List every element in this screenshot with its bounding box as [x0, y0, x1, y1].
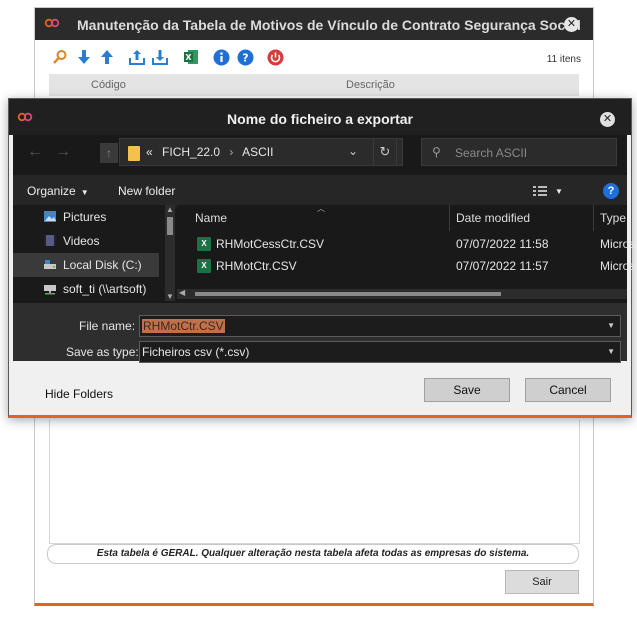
folder-icon	[128, 146, 140, 161]
chevron-down-icon[interactable]: ▼	[607, 321, 615, 330]
file-date: 07/07/2022 11:57	[456, 259, 549, 273]
download-icon[interactable]	[151, 48, 169, 66]
excel-icon[interactable]: X	[182, 48, 200, 66]
file-row[interactable]: X RHMotCessCtr.CSV 07/07/2022 11:58 Micr…	[177, 233, 635, 255]
chevron-down-icon[interactable]: ⌄	[348, 144, 358, 158]
upload-icon[interactable]	[128, 48, 146, 66]
arrow-up-icon[interactable]	[98, 48, 116, 66]
back-arrow-icon[interactable]: ←	[27, 143, 43, 161]
scroll-up-icon[interactable]: ▲	[165, 205, 175, 214]
file-list-scrollbar[interactable]: ◀	[177, 288, 627, 299]
up-arrow-icon[interactable]: ↑	[100, 143, 118, 163]
tree-item-label: soft_ti (\\artsoft)	[63, 282, 147, 296]
tree-scroll-thumb[interactable]	[167, 217, 173, 235]
tree-item-network-drive[interactable]: soft_ti (\\artsoft)	[13, 277, 159, 301]
background-title-bar: Manutenção da Tabela de Motivos de Víncu…	[35, 8, 593, 40]
background-toolbar: X ? 11 itens	[35, 40, 593, 72]
tree-item-label: Pictures	[63, 210, 107, 224]
svg-text:?: ?	[242, 51, 248, 64]
view-options-icon[interactable]	[533, 186, 547, 196]
info-icon[interactable]	[212, 48, 230, 66]
file-name-label: File name:	[79, 319, 136, 333]
grid-body	[49, 420, 580, 544]
global-table-notice: Esta tabela é GERAL. Qualquer alteração …	[47, 544, 579, 564]
save-type-label: Save as type:	[66, 345, 139, 359]
file-type: Micros	[600, 259, 636, 273]
breadcrumb-prefix[interactable]: «	[146, 145, 153, 159]
file-row[interactable]: X RHMotCtr.CSV 07/07/2022 11:57 Micros	[177, 255, 635, 277]
breadcrumb-segment[interactable]: ASCII	[242, 145, 273, 159]
file-browser: ← → ↑ « FICH_22.0 › ASCII ⌄ ↻ ⚲ Search A…	[13, 135, 635, 363]
dialog-close-button[interactable]: ✕	[600, 112, 615, 127]
arrow-down-icon[interactable]	[75, 48, 93, 66]
search-icon: ⚲	[432, 145, 441, 159]
column-divider[interactable]	[449, 205, 450, 231]
sort-ascending-icon: ︿	[317, 204, 325, 213]
new-folder-button[interactable]: New folder	[118, 184, 175, 198]
column-header-description[interactable]: Descrição	[346, 79, 395, 91]
tree-item-label: Videos	[63, 234, 100, 248]
column-header-code[interactable]: Código	[91, 79, 126, 91]
file-name-field[interactable]: RHMotCtr.CSV ▼	[139, 315, 621, 337]
items-count: 11 itens	[546, 54, 581, 65]
search-icon[interactable]	[51, 48, 69, 66]
background-close-button[interactable]: ✕	[564, 17, 579, 32]
search-input[interactable]: ⚲ Search ASCII	[421, 138, 617, 166]
refresh-icon[interactable]: ↻	[373, 138, 397, 166]
hide-folders-toggle[interactable]: Hide Folders	[45, 387, 113, 401]
scroll-down-icon[interactable]: ▼	[165, 292, 175, 301]
help-icon[interactable]: ?	[603, 183, 619, 199]
power-icon[interactable]	[266, 48, 284, 66]
tree-item-pictures[interactable]: Pictures	[13, 205, 159, 229]
horizontal-scroll-thumb[interactable]	[195, 292, 501, 296]
tree-item-label: Local Disk (C:)	[63, 258, 142, 272]
grid-header: Código Descrição	[49, 74, 579, 96]
dialog-title: Nome do ficheiro a exportar	[227, 111, 413, 127]
chevron-down-icon: ▼	[80, 188, 89, 197]
view-dropdown-icon[interactable]: ▼	[555, 187, 563, 196]
tree-scrollbar[interactable]: ▲ ▼	[165, 205, 175, 301]
help-icon[interactable]: ?	[236, 48, 254, 66]
file-name: RHMotCtr.CSV	[216, 259, 297, 273]
file-list: ︿ Name Date modified Type X RHMotCessCtr…	[177, 204, 635, 301]
forward-arrow-icon[interactable]: →	[55, 143, 71, 161]
file-name: RHMotCessCtr.CSV	[216, 237, 325, 251]
breadcrumb-separator: ›	[229, 145, 234, 159]
save-type-select[interactable]: Ficheiros csv (*.csv) ▼	[139, 341, 621, 363]
breadcrumb: « FICH_22.0 › ASCII	[146, 145, 273, 159]
drive-icon	[44, 260, 56, 269]
file-type: Micros	[600, 237, 636, 251]
csv-file-icon: X	[197, 237, 211, 251]
background-window-title: Manutenção da Tabela de Motivos de Víncu…	[77, 17, 581, 33]
search-placeholder: Search ASCII	[455, 146, 528, 160]
cancel-button[interactable]: Cancel	[525, 378, 611, 402]
address-bar[interactable]: ↑ « FICH_22.0 › ASCII ⌄	[100, 138, 403, 166]
save-type-value: Ficheiros csv (*.csv)	[142, 345, 250, 359]
save-button[interactable]: Save	[424, 378, 510, 402]
navigation-pane: Pictures Videos Local Disk (C:) soft_ti …	[13, 205, 165, 301]
pictures-icon	[44, 211, 56, 222]
exit-button[interactable]: Sair	[505, 570, 579, 594]
svg-text:X: X	[185, 53, 192, 62]
app-logo-icon	[44, 18, 60, 28]
breadcrumb-segment[interactable]: FICH_22.0	[162, 145, 220, 159]
file-date: 07/07/2022 11:58	[456, 237, 549, 251]
column-divider[interactable]	[593, 205, 594, 231]
tree-item-videos[interactable]: Videos	[13, 229, 159, 253]
organize-menu[interactable]: Organize ▼	[27, 184, 89, 198]
file-name-value: RHMotCtr.CSV	[142, 319, 225, 333]
tree-item-local-disk[interactable]: Local Disk (C:)	[13, 253, 159, 277]
network-drive-icon	[44, 285, 56, 295]
csv-file-icon: X	[197, 259, 211, 273]
videos-icon	[44, 235, 56, 246]
organize-label: Organize	[27, 184, 76, 198]
export-file-dialog: Nome do ficheiro a exportar ✕ ← → ↑ « FI…	[8, 98, 635, 418]
chevron-down-icon[interactable]: ▼	[607, 347, 615, 356]
scroll-left-icon[interactable]: ◀	[179, 288, 185, 297]
file-name-area: File name: RHMotCtr.CSV ▼ Save as type: …	[13, 303, 627, 363]
dialog-title-bar: Nome do ficheiro a exportar ✕	[9, 99, 631, 135]
navigation-bar: ← → ↑ « FICH_22.0 › ASCII ⌄ ↻ ⚲ Search A…	[13, 135, 627, 171]
